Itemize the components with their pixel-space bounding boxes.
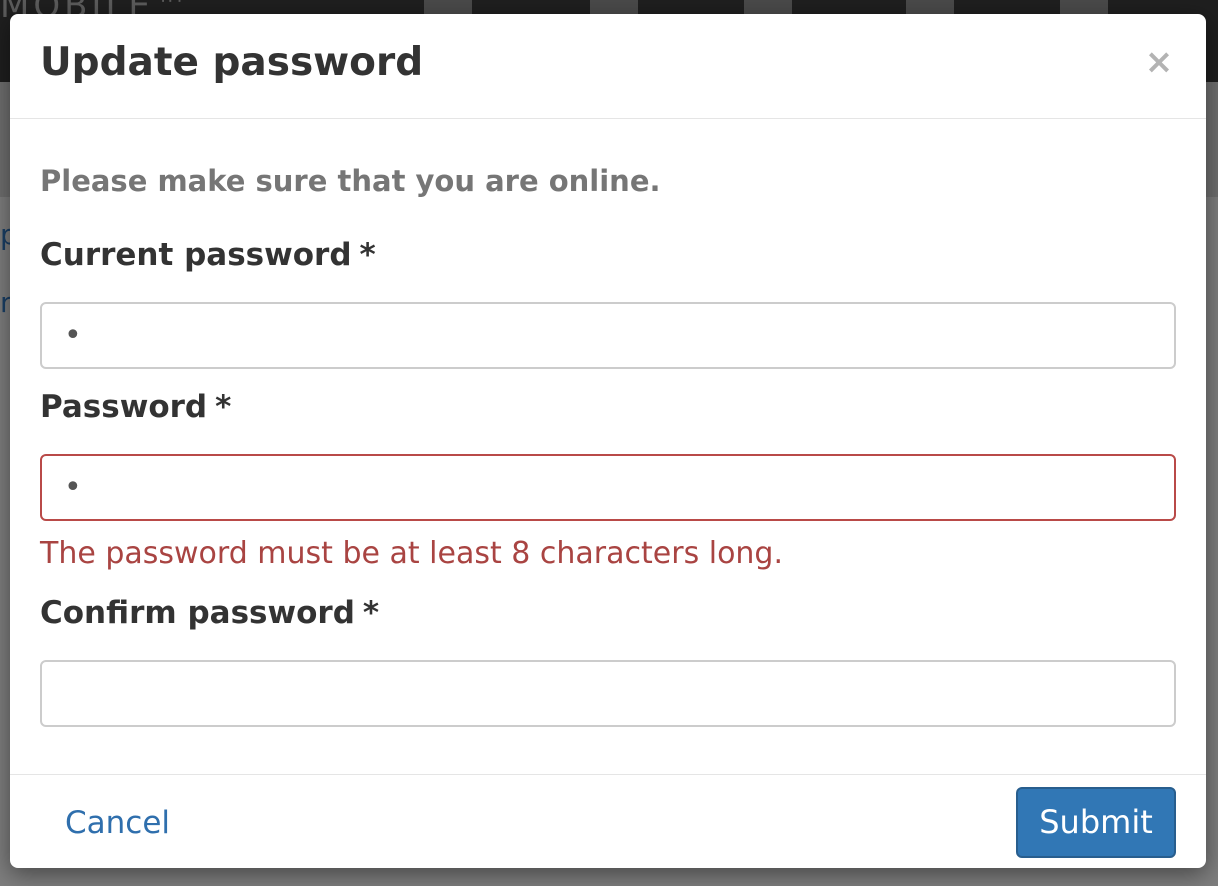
password-value: • xyxy=(64,469,82,505)
password-label: Password * xyxy=(40,389,231,425)
submit-button[interactable]: Submit xyxy=(1016,787,1176,858)
current-password-value: • xyxy=(64,317,82,353)
current-password-label-text: Current password xyxy=(40,237,352,273)
current-password-input[interactable]: • xyxy=(40,302,1176,369)
password-input[interactable]: • xyxy=(40,454,1176,521)
online-notice: Please make sure that you are online. xyxy=(40,164,661,198)
password-label-text: Password xyxy=(40,389,208,425)
required-mark: * xyxy=(359,237,376,273)
current-password-label: Current password * xyxy=(40,237,376,273)
cancel-button[interactable]: Cancel xyxy=(65,805,170,841)
required-mark: * xyxy=(215,389,232,425)
confirm-password-label-text: Confirm password xyxy=(40,595,355,631)
close-icon[interactable]: × xyxy=(1142,42,1176,82)
modal-footer: Cancel Submit xyxy=(10,774,1206,868)
confirm-password-label: Confirm password * xyxy=(40,595,379,631)
modal-title: Update password xyxy=(40,40,424,85)
confirm-password-input[interactable] xyxy=(40,660,1176,727)
modal-header: Update password × xyxy=(10,14,1206,119)
required-mark: * xyxy=(362,595,380,631)
update-password-modal: Update password × Please make sure that … xyxy=(10,14,1206,868)
password-error-message: The password must be at least 8 characte… xyxy=(40,536,784,571)
